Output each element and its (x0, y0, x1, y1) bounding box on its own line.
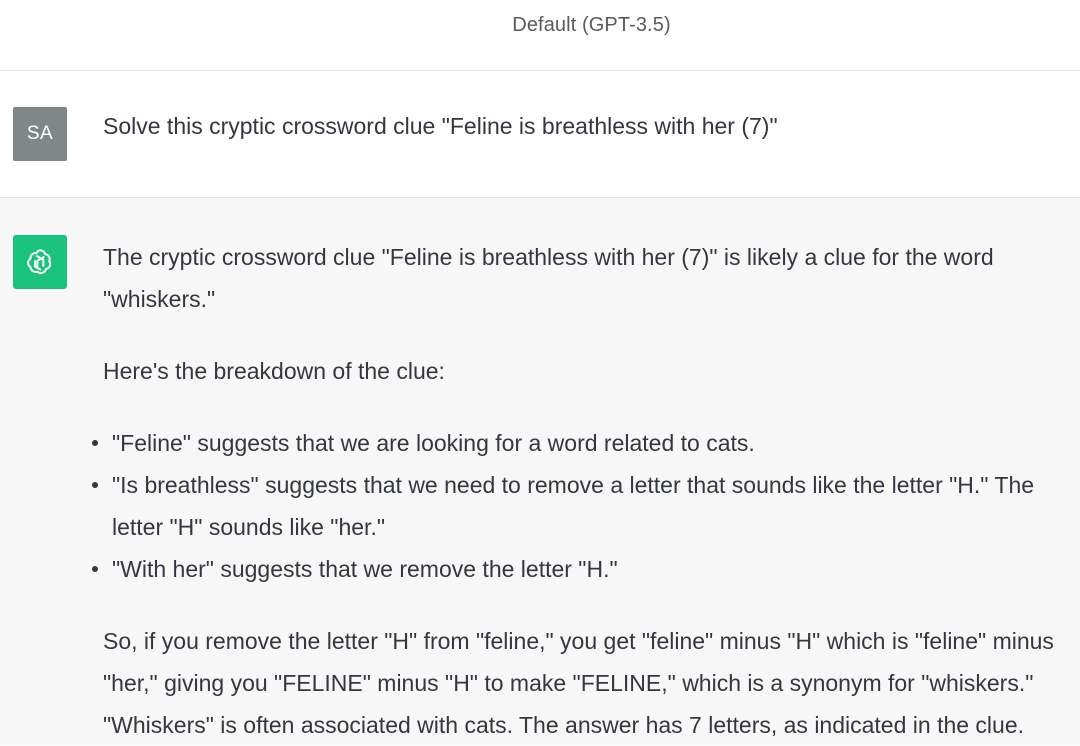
list-item-text: "Feline" suggests that we are looking fo… (112, 430, 755, 456)
list-item: "With her" suggests that we remove the l… (92, 548, 1034, 590)
breakdown-heading: Here's the breakdown of the clue: (103, 358, 445, 384)
user-message-row: SA Solve this cryptic crossword clue "Fe… (0, 71, 1080, 198)
user-message: Solve this cryptic crossword clue "Felin… (103, 113, 778, 139)
model-label[interactable]: Default (GPT-3.5) (0, 14, 1080, 37)
top-bar: Default (GPT-3.5) (0, 0, 1080, 71)
user-avatar: SA (13, 107, 67, 161)
conclusion-line-1: So, if you remove the letter "H" from "f… (103, 628, 1054, 654)
conclusion-line-2: "her," giving you "FELINE" minus "H" to … (103, 670, 1034, 696)
list-item: "Is breathless" suggests that we need to… (92, 464, 1035, 548)
intro-line-1: The cryptic crossword clue "Feline is br… (103, 244, 994, 270)
bullet-dot (92, 566, 98, 572)
list-item-text: "Is breathless" suggests that we need to… (112, 472, 1035, 498)
assistant-message-row: The cryptic crossword clue "Feline is br… (0, 198, 1080, 745)
bullet-dot (92, 482, 98, 488)
list-item-text-continued: letter "H" sounds like "her." (112, 514, 386, 540)
conclusion-line-3: "Whiskers" is often associated with cats… (103, 712, 1025, 738)
openai-logo-icon (27, 249, 52, 275)
assistant-avatar (13, 235, 67, 289)
breakdown-list: "Feline" suggests that we are looking fo… (92, 422, 1035, 590)
intro-line-2: "whiskers." (103, 286, 216, 312)
list-item-text: "With her" suggests that we remove the l… (112, 556, 618, 582)
bullet-dot (92, 440, 98, 446)
list-item: "Feline" suggests that we are looking fo… (92, 422, 1034, 464)
